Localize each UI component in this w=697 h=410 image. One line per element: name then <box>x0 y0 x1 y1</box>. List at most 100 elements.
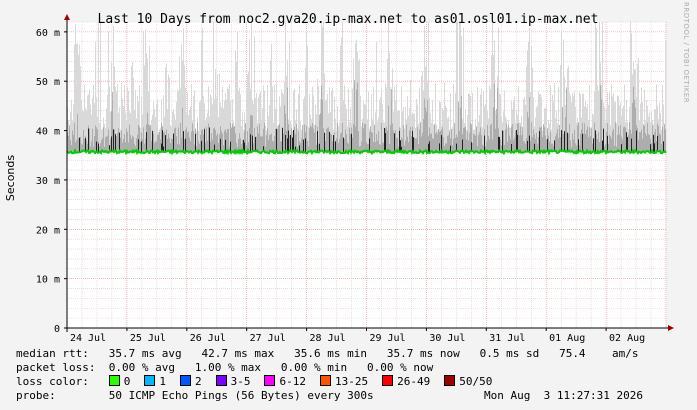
smoke-bar <box>626 132 627 152</box>
loss-color-swatch <box>444 375 456 386</box>
smoke-bar <box>624 126 625 152</box>
smoke-bar <box>493 107 494 152</box>
loss-color-item: 13-25 <box>319 375 368 388</box>
smoke-bar <box>414 137 415 152</box>
smoke-bar <box>126 128 127 152</box>
smoke-bar <box>618 126 619 152</box>
smoke-bar <box>283 133 284 152</box>
smoke-bar <box>224 130 225 152</box>
smoke-bar <box>664 123 665 152</box>
smoke-bar <box>573 139 574 152</box>
smoke-bar <box>569 124 570 152</box>
smoke-bar <box>105 136 106 152</box>
smoke-bar <box>73 134 74 152</box>
smoke-bar <box>361 141 362 152</box>
smoke-bar <box>490 125 491 152</box>
smoke-bar <box>657 135 658 152</box>
packet-loss-row: packet loss: 0.00 % avg 1.00 % max 0.00 … <box>16 361 433 374</box>
smoke-bar <box>149 125 150 152</box>
smoke-bar <box>337 122 338 152</box>
smoke-bar <box>550 131 551 152</box>
smoke-bar <box>336 138 337 152</box>
smoke-bar <box>607 135 608 152</box>
smoke-bar <box>485 104 486 152</box>
smoke-bar <box>280 141 281 152</box>
loss-color-swatch <box>382 375 394 386</box>
smoke-bar <box>649 134 650 152</box>
smoke-bar <box>351 133 352 152</box>
smoke-bar <box>503 130 504 152</box>
smoke-bar <box>464 127 465 152</box>
smoke-bar <box>429 141 430 152</box>
smoke-bar <box>470 122 471 152</box>
smoke-bar <box>620 124 621 152</box>
median-rtt-label: median rtt: <box>16 347 89 360</box>
smoke-bar <box>583 133 584 152</box>
smoke-bar <box>458 101 459 152</box>
smoke-bar <box>288 130 289 152</box>
smoke-bar <box>195 133 196 152</box>
loss-color-item: 26-49 <box>382 375 430 388</box>
smoke-bar <box>144 143 145 152</box>
smoke-bar <box>512 123 513 152</box>
smoke-bar <box>644 125 645 152</box>
smoke-bar <box>222 133 223 152</box>
smoke-bar <box>495 128 496 152</box>
smoke-bar <box>306 125 307 152</box>
smoke-bar <box>476 126 477 152</box>
smoke-bar <box>448 135 449 152</box>
smoke-bar <box>197 122 198 152</box>
smoke-bar <box>323 128 324 152</box>
smoke-bar <box>100 22 101 152</box>
smoke-bar <box>200 134 201 152</box>
smoke-bar <box>347 142 348 152</box>
smoke-bar <box>653 135 654 152</box>
smoke-bar <box>638 139 639 152</box>
smoke-bar <box>318 86 319 152</box>
smoke-bar <box>228 128 229 152</box>
smoke-bar <box>188 131 189 152</box>
smoke-bar <box>78 138 79 152</box>
x-tick-label: 02 Aug <box>609 333 645 344</box>
loss-color-swatch <box>215 375 227 386</box>
smoke-bar <box>650 144 651 152</box>
smoke-bar <box>307 140 308 152</box>
smoke-bar <box>87 95 88 152</box>
smoke-bar <box>290 134 291 152</box>
smoke-bar <box>359 146 360 152</box>
smoke-bar <box>211 133 212 152</box>
smoke-bar <box>275 128 276 152</box>
smoke-bar <box>562 107 563 152</box>
smoke-bar <box>321 85 322 152</box>
smoke-bar <box>234 126 235 152</box>
smoke-bar <box>477 86 478 152</box>
smoke-bar <box>455 137 456 152</box>
smoke-bar <box>619 134 620 152</box>
smoke-bar <box>307 45 308 152</box>
smoke-bar <box>210 141 211 152</box>
smoke-bar <box>246 91 247 152</box>
smoke-bar <box>661 144 662 152</box>
smoke-bar <box>88 128 89 152</box>
chart-title: Last 10 Days from noc2.gva20.ip-max.net … <box>98 12 599 27</box>
smoke-bar <box>603 128 604 152</box>
smoke-bar <box>587 126 588 152</box>
smoke-bar <box>215 130 216 152</box>
smoke-bar <box>254 127 255 152</box>
smoke-bar <box>463 127 464 152</box>
smoke-bar <box>227 129 228 152</box>
smoke-bar <box>261 135 262 152</box>
smoke-bar <box>581 129 582 152</box>
smoke-bar <box>610 136 611 152</box>
smoke-bar <box>339 139 340 152</box>
smoke-bar <box>213 128 214 152</box>
loss-color-swatch <box>144 375 156 386</box>
smoke-bar <box>647 122 648 152</box>
smoke-bar <box>79 137 80 152</box>
watermark: RRDTOOL / TOBI OETIKER <box>682 2 690 103</box>
smoke-bar <box>516 129 517 152</box>
smoke-bar <box>513 139 514 152</box>
loss-color-item: 50/50 <box>444 375 492 388</box>
smoke-bar <box>403 125 404 152</box>
loss-color-label-value: 26-49 <box>397 375 431 388</box>
